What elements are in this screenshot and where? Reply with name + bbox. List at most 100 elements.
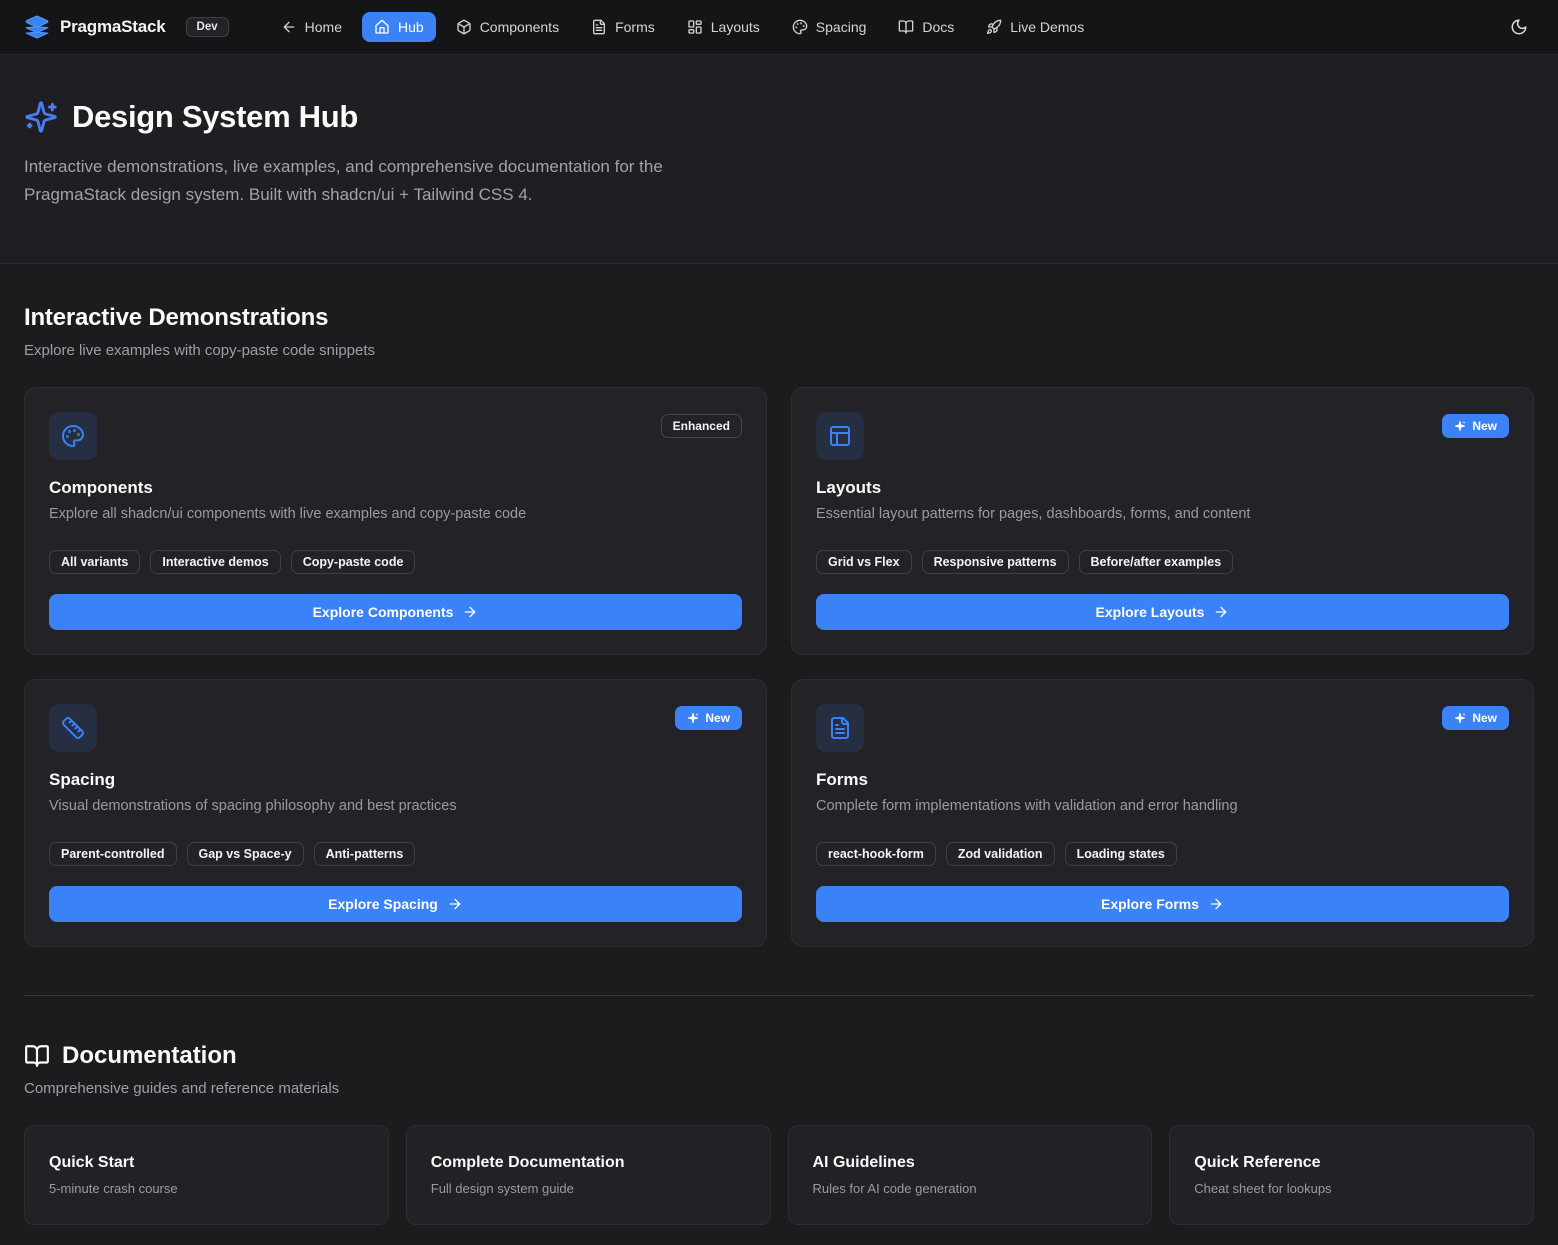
card-title: Layouts	[816, 478, 1509, 498]
status-badge: Enhanced	[661, 414, 742, 438]
explore-components-button[interactable]: Explore Components	[49, 594, 742, 630]
doc-card-title: Quick Start	[49, 1154, 364, 1172]
book-open-icon	[898, 19, 914, 35]
tag: Grid vs Flex	[816, 550, 912, 574]
doc-card-description: Rules for AI code generation	[813, 1181, 1128, 1196]
sparkles-icon	[24, 100, 58, 134]
tag-row: Grid vs Flex Responsive patterns Before/…	[816, 550, 1509, 574]
main-nav: Home Hub Components Forms Layouts Spacin…	[269, 12, 1097, 42]
demo-card-grid: Enhanced Components Explore all shadcn/u…	[24, 387, 1534, 947]
card-header: Enhanced	[49, 412, 742, 460]
card-title: Components	[49, 478, 742, 498]
tag: Loading states	[1065, 842, 1177, 866]
nav-item-layouts[interactable]: Layouts	[675, 12, 772, 42]
tag: Zod validation	[946, 842, 1055, 866]
main-content: Interactive Demonstrations Explore live …	[0, 264, 1558, 1245]
palette-icon	[49, 412, 97, 460]
card-description: Visual demonstrations of spacing philoso…	[49, 798, 742, 814]
card-description: Complete form implementations with valid…	[816, 798, 1509, 814]
tag-row: All variants Interactive demos Copy-past…	[49, 550, 742, 574]
tag: Responsive patterns	[922, 550, 1069, 574]
tag: Copy-paste code	[291, 550, 416, 574]
card-description: Explore all shadcn/ui components with li…	[49, 506, 742, 522]
demo-card-layouts: New Layouts Essential layout patterns fo…	[791, 387, 1534, 655]
demos-section: Interactive Demonstrations Explore live …	[24, 264, 1534, 947]
nav-item-components[interactable]: Components	[444, 12, 571, 42]
nav-item-docs[interactable]: Docs	[886, 12, 966, 42]
page-title: Design System Hub	[24, 99, 1534, 135]
arrow-right-icon	[1208, 896, 1224, 912]
theme-toggle-button[interactable]	[1504, 12, 1534, 42]
new-badge: New	[1442, 414, 1509, 438]
layers-logo-icon	[24, 14, 50, 40]
arrow-right-icon	[462, 604, 478, 620]
card-title: Spacing	[49, 770, 742, 790]
doc-card-quick-reference[interactable]: Quick Reference Cheat sheet for lookups	[1169, 1125, 1534, 1225]
doc-card-title: AI Guidelines	[813, 1154, 1128, 1172]
brand-name: PragmaStack	[60, 17, 166, 37]
brand[interactable]: PragmaStack Dev	[24, 14, 229, 40]
hero-description: Interactive demonstrations, live example…	[24, 153, 769, 209]
card-header: New	[49, 704, 742, 752]
nav-item-live-demos[interactable]: Live Demos	[974, 12, 1096, 42]
sparkles-icon	[1454, 712, 1466, 724]
ruler-icon	[49, 704, 97, 752]
docs-section: Documentation Comprehensive guides and r…	[24, 996, 1534, 1225]
arrow-right-icon	[447, 896, 463, 912]
sparkles-icon	[1454, 420, 1466, 432]
hero-section: Design System Hub Interactive demonstrat…	[0, 55, 1558, 264]
tag: Gap vs Space-y	[187, 842, 304, 866]
card-title: Forms	[816, 770, 1509, 790]
tag-row: react-hook-form Zod validation Loading s…	[816, 842, 1509, 866]
doc-card-description: Full design system guide	[431, 1181, 746, 1196]
docs-subheading: Comprehensive guides and reference mater…	[24, 1080, 1534, 1097]
explore-spacing-button[interactable]: Explore Spacing	[49, 886, 742, 922]
demos-heading: Interactive Demonstrations	[24, 304, 1534, 332]
panels-top-icon	[816, 412, 864, 460]
nav-item-home[interactable]: Home	[269, 12, 354, 42]
tag: Interactive demos	[150, 550, 280, 574]
palette-icon	[792, 19, 808, 35]
tag: Anti-patterns	[314, 842, 416, 866]
doc-card-quick-start[interactable]: Quick Start 5-minute crash course	[24, 1125, 389, 1225]
new-badge: New	[1442, 706, 1509, 730]
doc-card-title: Complete Documentation	[431, 1154, 746, 1172]
card-header: New	[816, 704, 1509, 752]
tag-row: Parent-controlled Gap vs Space-y Anti-pa…	[49, 842, 742, 866]
doc-card-title: Quick Reference	[1194, 1154, 1509, 1172]
doc-card-description: Cheat sheet for lookups	[1194, 1181, 1509, 1196]
new-badge: New	[675, 706, 742, 730]
explore-forms-button[interactable]: Explore Forms	[816, 886, 1509, 922]
arrow-right-icon	[1213, 604, 1229, 620]
arrow-left-icon	[281, 19, 297, 35]
doc-card-ai-guidelines[interactable]: AI Guidelines Rules for AI code generati…	[788, 1125, 1153, 1225]
doc-card-complete-documentation[interactable]: Complete Documentation Full design syste…	[406, 1125, 771, 1225]
demo-card-spacing: New Spacing Visual demonstrations of spa…	[24, 679, 767, 947]
book-open-icon	[24, 1043, 50, 1069]
sparkles-icon	[687, 712, 699, 724]
rocket-icon	[986, 19, 1002, 35]
card-header: New	[816, 412, 1509, 460]
doc-card-description: 5-minute crash course	[49, 1181, 364, 1196]
moon-icon	[1510, 18, 1528, 36]
demo-card-components: Enhanced Components Explore all shadcn/u…	[24, 387, 767, 655]
file-text-icon	[816, 704, 864, 752]
nav-item-hub[interactable]: Hub	[362, 12, 436, 42]
tag: Before/after examples	[1079, 550, 1234, 574]
house-icon	[374, 19, 390, 35]
layout-grid-icon	[687, 19, 703, 35]
tag: react-hook-form	[816, 842, 936, 866]
nav-item-forms[interactable]: Forms	[579, 12, 667, 42]
top-navbar: PragmaStack Dev Home Hub Components Form…	[0, 0, 1558, 55]
nav-item-spacing[interactable]: Spacing	[780, 12, 879, 42]
demos-subheading: Explore live examples with copy-paste co…	[24, 342, 1534, 359]
package-icon	[456, 19, 472, 35]
demo-card-forms: New Forms Complete form implementations …	[791, 679, 1534, 947]
file-text-icon	[591, 19, 607, 35]
doc-card-grid: Quick Start 5-minute crash course Comple…	[24, 1125, 1534, 1225]
docs-heading: Documentation	[24, 1042, 1534, 1070]
explore-layouts-button[interactable]: Explore Layouts	[816, 594, 1509, 630]
card-description: Essential layout patterns for pages, das…	[816, 506, 1509, 522]
env-badge: Dev	[186, 17, 229, 37]
tag: All variants	[49, 550, 140, 574]
